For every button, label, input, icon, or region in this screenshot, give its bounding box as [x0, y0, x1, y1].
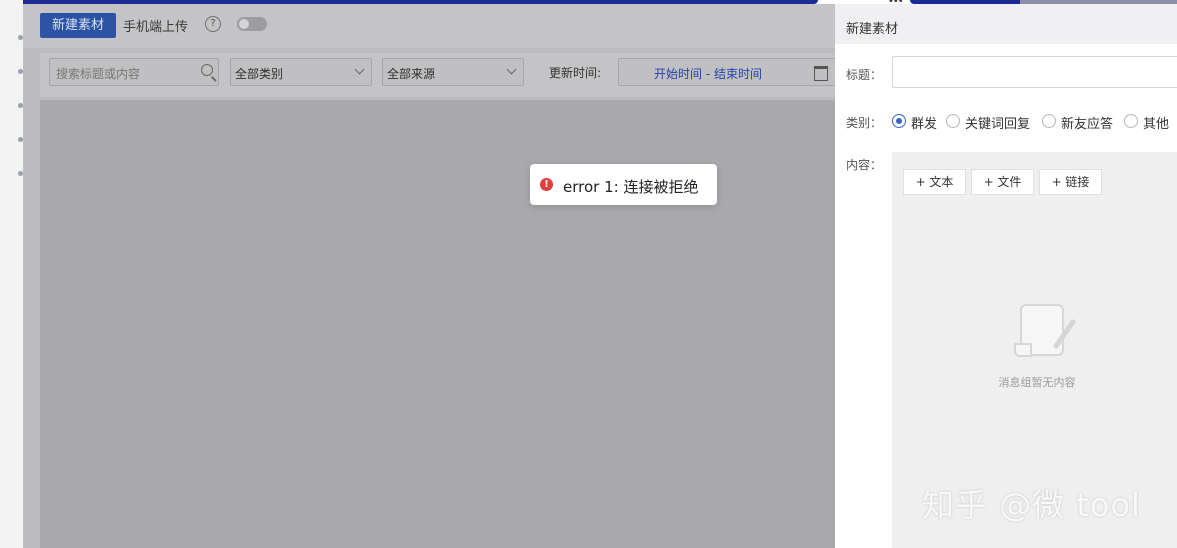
error-icon: ! [540, 178, 553, 191]
category-radio-new-friend[interactable] [1042, 114, 1056, 128]
category-option-label[interactable]: 关键词回复 [965, 113, 1030, 132]
chevron-down-icon [354, 64, 365, 75]
add-file-button[interactable]: + 文件 [971, 169, 1034, 195]
add-link-button[interactable]: + 链接 [1039, 169, 1102, 195]
title-label: 标题： [846, 68, 883, 82]
filter-bar: 搜索标题或内容 全部类别 全部来源 更新时间: 开始时间 - 结束时间 [40, 53, 837, 97]
error-toast: ! error 1: 连接被拒绝 [530, 164, 717, 205]
category-select[interactable]: 全部类别 [230, 58, 372, 86]
new-material-button[interactable]: 新建素材 [40, 13, 116, 38]
update-time-label: 更新时间: [549, 66, 602, 80]
date-range-picker[interactable]: 开始时间 - 结束时间 [618, 58, 837, 86]
category-radio-group-send[interactable] [892, 114, 906, 128]
mobile-upload-toggle[interactable] [237, 17, 267, 31]
content-label: 内容： [846, 158, 883, 172]
search-input[interactable]: 搜索标题或内容 [49, 58, 219, 86]
category-label: 类别： [846, 116, 883, 130]
toggle-knob [239, 19, 249, 29]
title-input[interactable] [892, 56, 1177, 88]
toolbar: 新建素材 手机端上传 ? [23, 4, 835, 48]
empty-state-text: 消息组暂无内容 [998, 376, 1076, 389]
calendar-icon [814, 66, 828, 81]
mobile-upload-label: 手机端上传 [123, 20, 189, 35]
main-content-overlay: 新建素材 手机端上传 ? 搜索标题或内容 全部类别 全部来源 更新时间: 开始时… [23, 4, 837, 548]
category-radio-other[interactable] [1124, 114, 1138, 128]
panel-header: 新建素材 [835, 4, 1177, 44]
category-option-label[interactable]: 新友应答 [1061, 113, 1113, 132]
new-material-panel: 新建素材 标题： 类别： 群发 关键词回复 新友应答 其他 内容： + 文本 +… [835, 4, 1177, 548]
category-option-label[interactable]: 其他 [1143, 113, 1169, 132]
add-text-button[interactable]: + 文本 [903, 169, 966, 195]
left-edge-strip [0, 0, 23, 548]
category-option-label[interactable]: 群发 [911, 113, 937, 132]
category-select-value: 全部类别 [235, 67, 284, 81]
panel-title: 新建素材 [846, 22, 899, 37]
chevron-down-icon [506, 64, 517, 75]
source-select[interactable]: 全部来源 [382, 58, 524, 86]
search-placeholder: 搜索标题或内容 [56, 67, 141, 81]
toast-message: error 1: 连接被拒绝 [563, 178, 699, 196]
date-range-text: 开始时间 - 结束时间 [654, 67, 762, 81]
search-icon[interactable] [201, 64, 213, 76]
help-icon[interactable]: ? [205, 16, 221, 32]
source-select-value: 全部来源 [387, 67, 436, 81]
category-radio-keyword-reply[interactable] [946, 114, 960, 128]
watermark: 知乎 @微 tool [922, 486, 1141, 524]
